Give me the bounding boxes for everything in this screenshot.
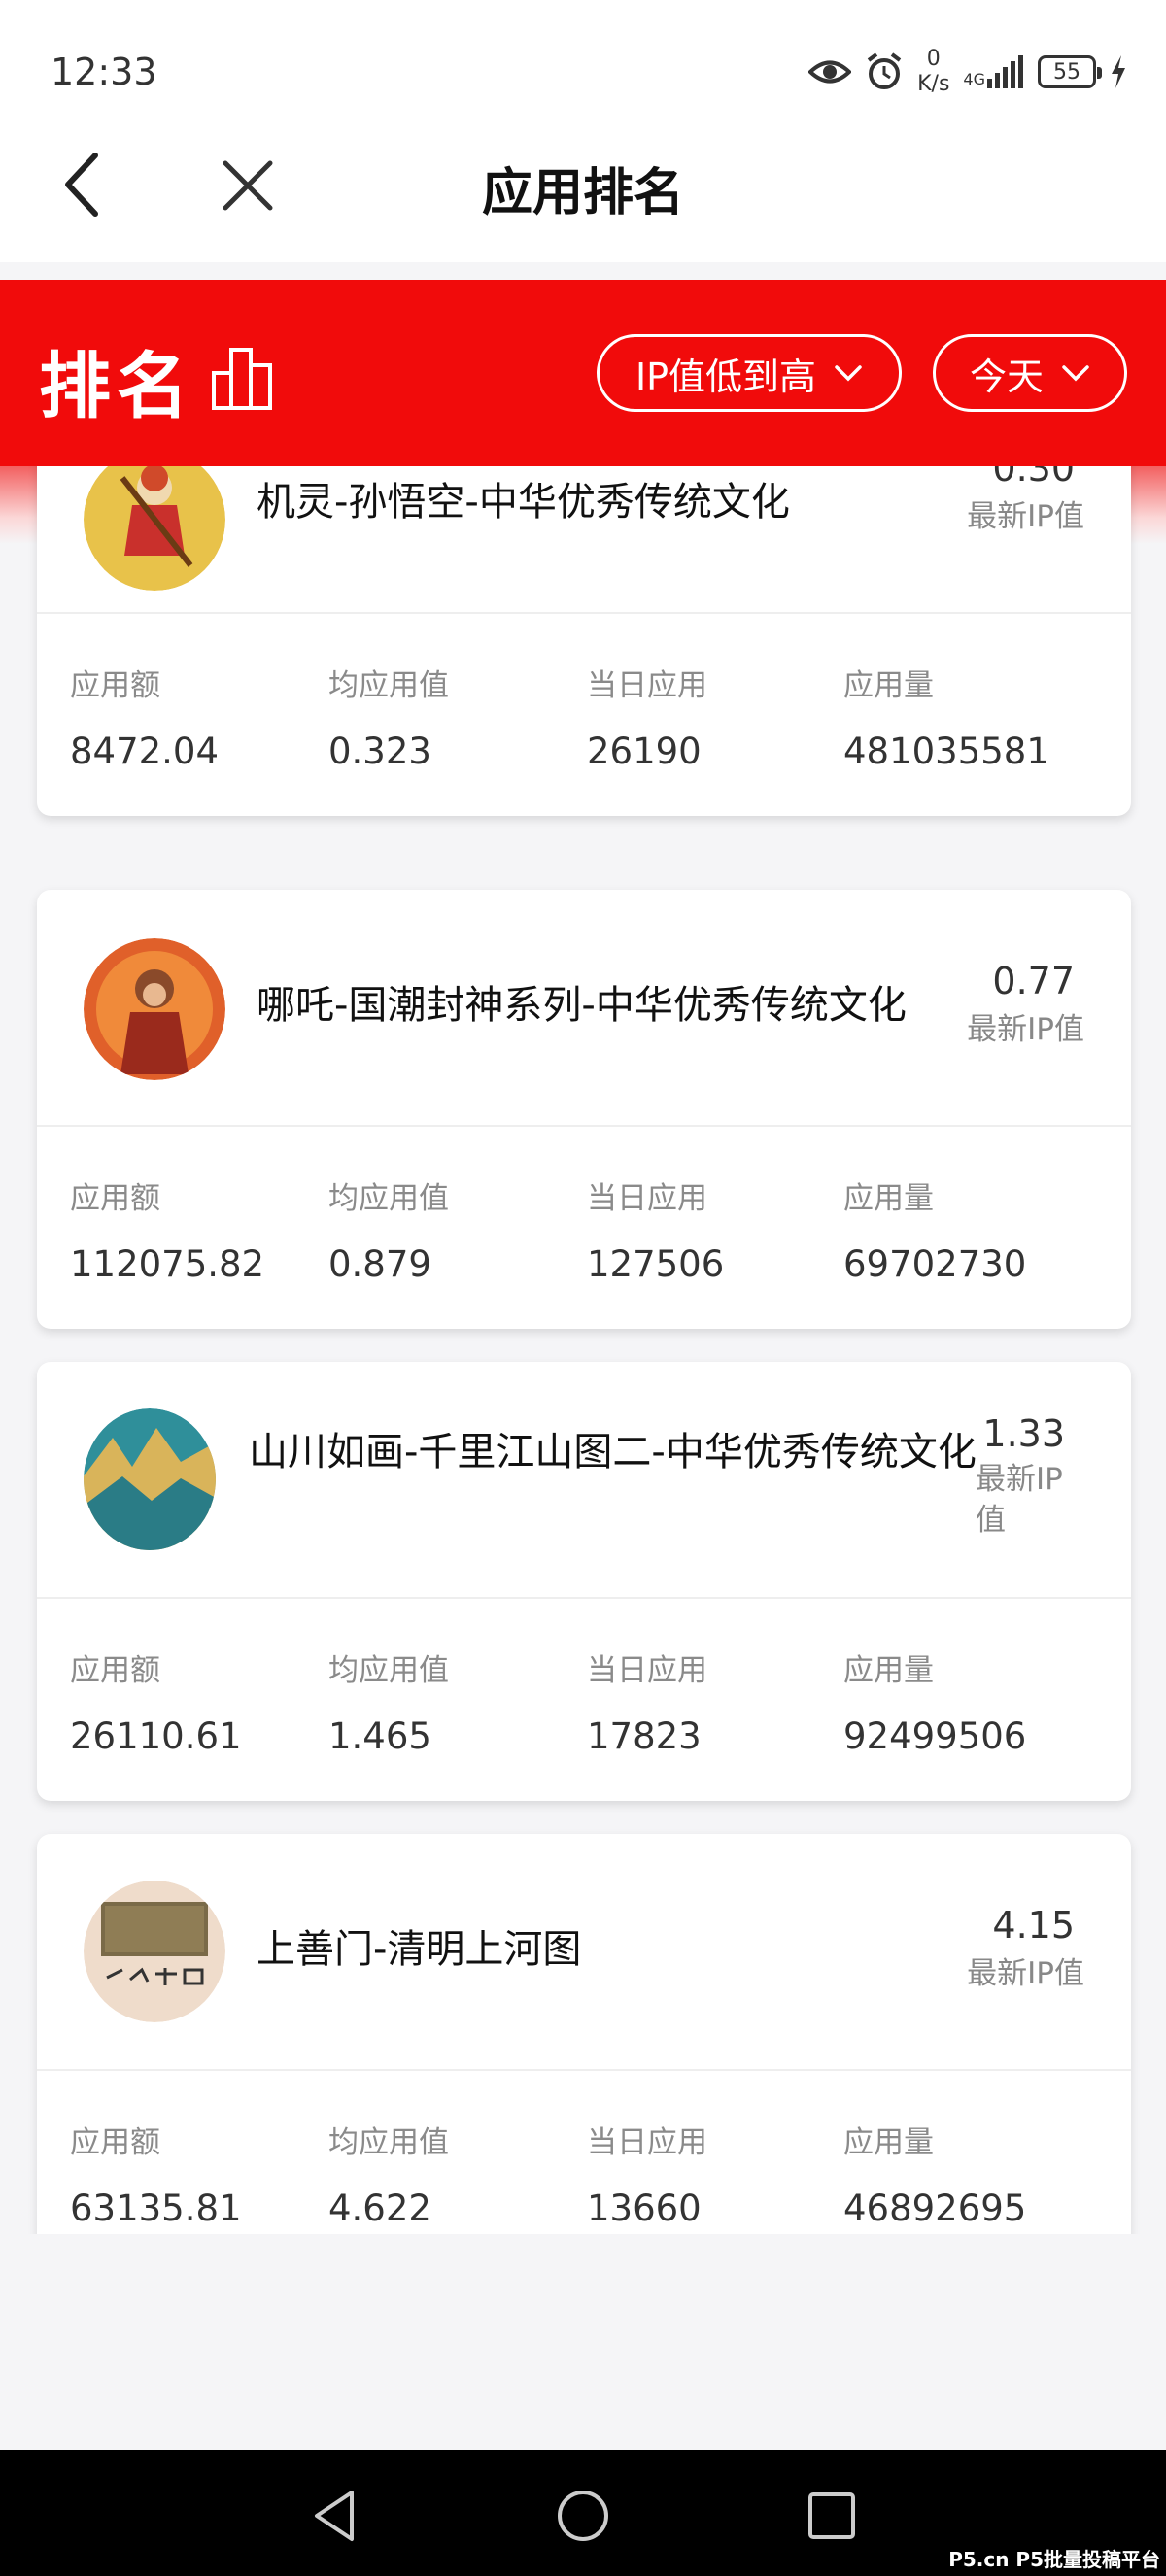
stat-label-avg: 均应用值 — [328, 1181, 449, 1216]
stat-value-daily: 26190 — [587, 730, 702, 772]
stat-label-avg: 均应用值 — [328, 1653, 449, 1688]
stat-value-volume: 92499506 — [843, 1715, 1027, 1757]
stat-label-volume: 应用量 — [843, 668, 934, 703]
stat-value-avg: 0.879 — [328, 1243, 431, 1285]
card-divider — [37, 612, 1131, 614]
battery-level: 55 — [1053, 59, 1080, 85]
ip-name: 哪吒-国潮封神系列-中华优秀传统文化 — [257, 983, 907, 1028]
stat-value-amount: 26110.61 — [70, 1715, 242, 1757]
bar-chart-icon — [208, 344, 278, 412]
ranking-card[interactable]: 机灵-孙悟空-中华优秀传统文化 0.30 最新IP值 应用额 均应用值 当日应用… — [37, 466, 1131, 816]
signal-icon — [987, 55, 1023, 88]
stat-label-daily: 当日应用 — [587, 1181, 707, 1216]
stat-label-amount: 应用额 — [70, 668, 160, 703]
ip-name: 上善门-清明上河图 — [257, 1927, 582, 1972]
page-title: 应用排名 — [481, 164, 684, 222]
triangle-back-icon — [315, 2491, 354, 2541]
stat-value-amount: 8472.04 — [70, 730, 220, 772]
stat-value-amount: 63135.81 — [70, 2187, 242, 2229]
stat-label-amount: 应用额 — [70, 2125, 160, 2160]
stat-label-avg: 均应用值 — [328, 668, 449, 703]
stat-value-volume: 69702730 — [843, 1243, 1027, 1285]
status-time: 12:33 — [51, 51, 157, 93]
ip-avatar — [84, 1408, 216, 1550]
chevron-down-icon — [1062, 365, 1089, 382]
stat-label-daily: 当日应用 — [587, 2125, 707, 2160]
ip-value-label: 最新IP值 — [967, 1012, 1084, 1047]
ranking-card[interactable]: 哪吒-国潮封神系列-中华优秀传统文化 0.77 最新IP值 应用额 均应用值 当… — [37, 890, 1131, 1329]
stat-value-amount: 112075.82 — [70, 1243, 265, 1285]
card-divider — [37, 1125, 1131, 1127]
stat-value-volume: 46892695 — [843, 2187, 1027, 2229]
stat-label-volume: 应用量 — [843, 1653, 934, 1688]
ranking-list[interactable]: 机灵-孙悟空-中华优秀传统文化 0.30 最新IP值 应用额 均应用值 当日应用… — [0, 466, 1166, 2234]
stat-label-volume: 应用量 — [843, 1181, 934, 1216]
battery-icon: 55 — [1038, 55, 1102, 88]
date-filter-dropdown[interactable]: 今天 — [933, 334, 1127, 412]
ip-value: 0.30 — [992, 466, 1075, 490]
stat-value-volume: 481035581 — [843, 730, 1049, 772]
alarm-icon — [865, 52, 904, 91]
stat-label-amount: 应用额 — [70, 1653, 160, 1688]
ip-value-label: 最新IP值 — [967, 499, 1084, 534]
stat-label-amount: 应用额 — [70, 1181, 160, 1216]
network-type: 4G — [963, 70, 985, 88]
ip-avatar — [84, 938, 225, 1080]
stat-value-daily: 127506 — [587, 1243, 725, 1285]
system-nav-bar: P5.cn P5批量投稿平台 — [0, 2450, 1166, 2576]
sort-filter-label: IP值低到高 — [634, 355, 817, 398]
card-divider — [37, 1597, 1131, 1599]
system-home-button[interactable] — [554, 2487, 612, 2545]
ip-avatar — [84, 1881, 225, 2022]
status-icons: 0 K/s 4G 55 — [808, 43, 1127, 101]
stat-label-daily: 当日应用 — [587, 1653, 707, 1688]
circle-home-icon — [558, 2491, 608, 2541]
charging-icon — [1110, 55, 1127, 88]
rank-title: 排名 — [39, 345, 194, 428]
speed-unit: K/s — [917, 72, 950, 96]
speed-value: 0 — [926, 47, 941, 71]
system-back-button[interactable] — [307, 2487, 365, 2545]
date-filter-label: 今天 — [969, 355, 1044, 398]
stat-label-volume: 应用量 — [843, 2125, 934, 2160]
stat-label-daily: 当日应用 — [587, 668, 707, 703]
rank-header: 排名 IP值低到高 今天 — [0, 280, 1166, 466]
stat-value-daily: 13660 — [587, 2187, 702, 2229]
network-speed: 0 K/s — [917, 47, 949, 97]
ip-value-label: 最新IP值 — [967, 1956, 1084, 1991]
ip-name: 山川如画-千里江山图二-中华优秀传统文化 — [249, 1430, 977, 1474]
watermark: P5.cn P5批量投稿平台 — [948, 2548, 1160, 2571]
ranking-card[interactable]: 上善门-清明上河图 4.15 最新IP值 应用额 均应用值 当日应用 应用量 6… — [37, 1834, 1131, 2234]
sort-filter-dropdown[interactable]: IP值低到高 — [597, 334, 902, 412]
ip-name: 机灵-孙悟空-中华优秀传统文化 — [257, 480, 790, 525]
ranking-card[interactable]: 山川如画-千里江山图二-中华优秀传统文化 1.33 最新IP值 应用额 均应用值… — [37, 1362, 1131, 1801]
stat-label-avg: 均应用值 — [328, 2125, 449, 2160]
signal-group: 4G — [963, 55, 1024, 88]
square-recents-icon — [808, 2492, 855, 2539]
stat-value-daily: 17823 — [587, 1715, 702, 1757]
stat-value-avg: 0.323 — [328, 730, 431, 772]
ip-avatar — [84, 466, 225, 591]
stat-value-avg: 1.465 — [328, 1715, 431, 1757]
ip-value: 4.15 — [992, 1904, 1075, 1947]
nav-bar: 应用排名 — [0, 107, 1166, 262]
ip-value: 1.33 — [982, 1412, 1065, 1455]
eye-icon — [808, 57, 852, 86]
card-divider — [37, 2069, 1131, 2071]
system-recents-button[interactable] — [803, 2487, 861, 2545]
chevron-down-icon — [835, 365, 862, 382]
ip-value-label: 最新IP值 — [976, 1462, 1063, 1538]
stat-value-avg: 4.622 — [328, 2187, 431, 2229]
ip-value: 0.77 — [992, 960, 1075, 1002]
